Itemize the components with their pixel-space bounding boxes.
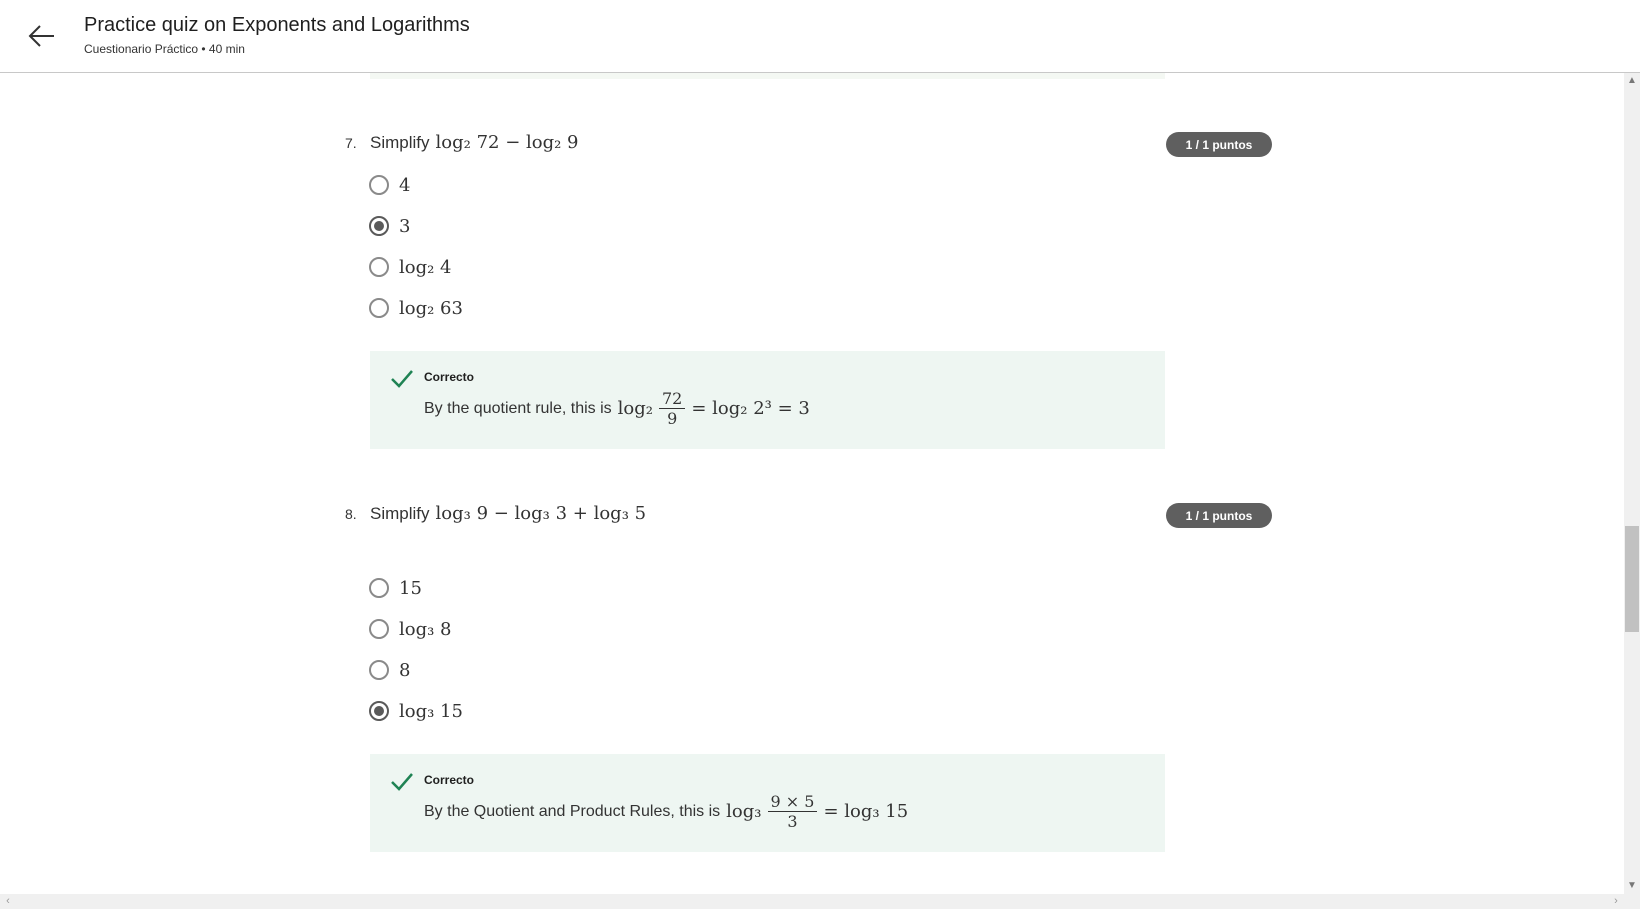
radio-button[interactable]: [369, 660, 389, 680]
fraction-numerator: 9 × 5: [767, 792, 818, 813]
question-number: 7.: [345, 135, 357, 151]
answer-option[interactable]: 3: [369, 213, 410, 239]
previous-feedback-edge: [370, 73, 1165, 79]
fraction: 9 × 5 3: [767, 792, 818, 832]
quiz-content: 7. Simplify log₂ 72 − log₂ 9 1 / 1 punto…: [0, 73, 1624, 894]
option-label: log₃ 15: [399, 700, 463, 722]
scroll-up-arrow-icon[interactable]: ▲: [1624, 73, 1640, 89]
check-icon: [390, 770, 414, 794]
feedback-math-post: = log₂ 2³ = 3: [691, 398, 810, 420]
points-badge: 1 / 1 puntos: [1166, 503, 1272, 528]
answer-option[interactable]: log₂ 4: [369, 254, 452, 280]
option-label: log₂ 63: [399, 297, 463, 319]
radio-button[interactable]: [369, 175, 389, 195]
question-number: 8.: [345, 506, 357, 522]
scroll-left-arrow-icon[interactable]: ‹: [0, 894, 16, 909]
feedback-status: Correcto: [424, 370, 475, 384]
answer-option[interactable]: log₂ 63: [369, 295, 463, 321]
question-prompt-prefix: Simplify: [370, 133, 430, 152]
answer-option[interactable]: 8: [369, 657, 410, 683]
points-badge: 1 / 1 puntos: [1166, 132, 1272, 157]
feedback-box: Correcto By the Quotient and Product Rul…: [370, 754, 1165, 852]
feedback-math-pre: log₂: [617, 398, 653, 420]
horizontal-scrollbar[interactable]: ‹ ›: [0, 894, 1624, 909]
question-prompt-math: log₂ 72 − log₂ 9: [435, 132, 579, 153]
back-arrow-icon[interactable]: [26, 20, 58, 52]
question-prompt-prefix: Simplify: [370, 504, 430, 523]
feedback-explanation: By the Quotient and Product Rules, this …: [424, 792, 908, 831]
vertical-scrollbar[interactable]: ▲ ▼: [1624, 73, 1640, 894]
radio-button[interactable]: [369, 298, 389, 318]
question-prompt: Simplify log₂ 72 − log₂ 9: [370, 132, 579, 153]
fraction-denominator: 9: [667, 409, 678, 429]
feedback-status: Correcto: [424, 773, 475, 787]
check-icon: [390, 367, 414, 391]
feedback-explanation: By the quotient rule, this is log₂ 72 9 …: [424, 389, 810, 428]
scroll-down-arrow-icon[interactable]: ▼: [1624, 878, 1640, 894]
scrollbar-thumb[interactable]: [1625, 526, 1639, 632]
answer-option[interactable]: 4: [369, 172, 410, 198]
feedback-text: By the quotient rule, this is: [424, 399, 612, 417]
option-label: log₃ 8: [399, 618, 452, 640]
top-bar: Practice quiz on Exponents and Logarithm…: [0, 0, 1640, 73]
quiz-subtitle: Cuestionario Práctico • 40 min: [84, 42, 245, 56]
question-prompt-math: log₃ 9 − log₃ 3 + log₃ 5: [435, 503, 647, 524]
option-label: 8: [399, 659, 411, 681]
radio-button-selected[interactable]: [369, 216, 389, 236]
answer-option[interactable]: log₃ 8: [369, 616, 452, 642]
fraction: 72 9: [659, 389, 686, 429]
fraction-denominator: 3: [787, 812, 798, 832]
radio-button[interactable]: [369, 257, 389, 277]
answer-option[interactable]: 15: [369, 575, 422, 601]
feedback-math-post: = log₃ 15: [823, 801, 909, 823]
feedback-math-pre: log₃: [726, 801, 762, 823]
fraction-numerator: 72: [659, 389, 686, 410]
page-title: Practice quiz on Exponents and Logarithm…: [84, 14, 470, 36]
option-label: 3: [399, 215, 411, 237]
option-label: 15: [399, 577, 422, 599]
scroll-right-arrow-icon[interactable]: ›: [1608, 894, 1624, 909]
question-prompt: Simplify log₃ 9 − log₃ 3 + log₃ 5: [370, 503, 646, 524]
radio-button-selected[interactable]: [369, 701, 389, 721]
option-label: 4: [399, 174, 411, 196]
answer-option[interactable]: log₃ 15: [369, 698, 463, 724]
radio-button[interactable]: [369, 578, 389, 598]
option-label: log₂ 4: [399, 256, 452, 278]
feedback-box: Correcto By the quotient rule, this is l…: [370, 351, 1165, 449]
scrollbar-corner: [1624, 894, 1640, 909]
radio-button[interactable]: [369, 619, 389, 639]
feedback-text: By the Quotient and Product Rules, this …: [424, 802, 721, 820]
